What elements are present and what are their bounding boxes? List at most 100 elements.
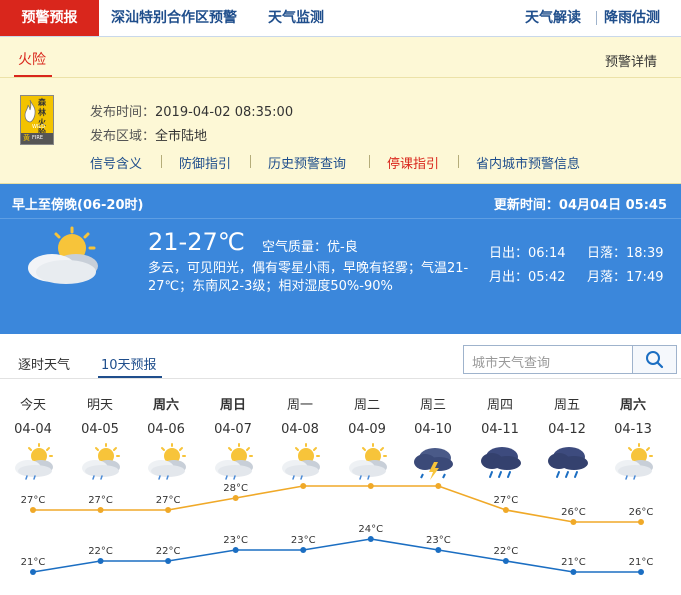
day-name: 今天 <box>19 398 46 413</box>
temp-label-low: 22°C <box>88 546 113 557</box>
link-province-warnings[interactable]: 省内城市预警信息 <box>476 153 580 172</box>
warning-tabs: 火险 预警详情 <box>0 37 681 78</box>
nav-shenshan-warning[interactable]: 深汕特别合作区预警 <box>111 0 237 36</box>
point-low <box>97 558 104 564</box>
day-name: 周四 <box>486 398 513 413</box>
point-high <box>570 519 577 525</box>
day-date: 04-10 <box>414 422 452 437</box>
air-quality: 空气质量：优-良 <box>262 240 358 255</box>
nav-separator <box>596 11 597 25</box>
day-date: 04-08 <box>281 422 319 437</box>
search-input[interactable]: 城市天气查询 <box>472 352 550 371</box>
rain-cloud-icon <box>480 442 522 482</box>
day-date: 04-07 <box>214 422 252 437</box>
nav-weather-interpret[interactable]: 天气解读 <box>525 0 581 36</box>
forest-fire-yellow-icon[interactable]: 森林火险 黄 WILD FIRE <box>20 95 54 145</box>
link-class-suspension[interactable]: 停课指引 <box>387 153 439 172</box>
nav-warning-forecast[interactable]: 预警预报 <box>0 0 99 36</box>
temp-label-high: 26°C <box>561 507 586 518</box>
temp-label-low: 21°C <box>21 557 46 568</box>
day-name: 周五 <box>553 398 580 413</box>
point-high <box>367 483 374 489</box>
day-date: 04-09 <box>348 422 386 437</box>
city-search[interactable]: 城市天气查询 <box>463 345 677 374</box>
day-date: 04-13 <box>614 422 652 437</box>
day-date: 04-05 <box>81 422 119 437</box>
partly-cloudy-sun-rain-icon <box>13 442 55 482</box>
series-line-low <box>32 538 641 573</box>
temp-label-high: 29°C <box>426 480 451 482</box>
temp-label-high: 27°C <box>494 495 519 506</box>
search-button[interactable] <box>632 346 676 373</box>
point-high <box>435 483 442 489</box>
forecast-period: 早上至傍晚(06-20时) <box>12 198 144 213</box>
link-defense-guide[interactable]: 防御指引 <box>179 153 231 172</box>
sunrise: 日出：06:14 <box>489 246 566 261</box>
point-high <box>165 507 172 513</box>
search-icon <box>646 351 664 369</box>
day-name: 周二 <box>353 398 380 413</box>
flame-icon <box>24 99 36 123</box>
tab-10-day[interactable]: 10天预报 <box>101 354 157 373</box>
temp-label-low: 24°C <box>358 524 383 535</box>
temp-label-high: 27°C <box>21 495 46 506</box>
point-low <box>300 547 307 553</box>
series-line-high <box>33 485 641 523</box>
point-low <box>638 569 644 575</box>
temp-label-low: 22°C <box>494 546 519 557</box>
tab-hourly[interactable]: 逐时天气 <box>18 354 70 373</box>
moonset: 月落：17:49 <box>587 270 664 285</box>
sunset: 日落：18:39 <box>587 246 664 261</box>
forecast-temp: 21-27℃ <box>148 228 245 256</box>
temp-label-low: 21°C <box>561 557 586 568</box>
point-high <box>30 507 36 513</box>
point-low <box>232 547 239 553</box>
partly-cloudy-sun-rain-icon <box>213 442 255 482</box>
temp-label-high: 29°C <box>358 480 383 482</box>
partly-cloudy-sun-rain-icon <box>613 442 655 482</box>
tab-fire-risk[interactable]: 火险 <box>18 49 46 69</box>
day-date: 04-04 <box>14 422 52 437</box>
tab-underline <box>14 75 52 77</box>
day-date: 04-12 <box>548 422 586 437</box>
point-low <box>570 569 577 575</box>
warning-panel: 火险 预警详情 森林火险 黄 WILD FIRE 发布时间：2019-04-02… <box>0 37 681 184</box>
nav-rainfall-estimate[interactable]: 降雨估测 <box>604 0 660 36</box>
point-high <box>300 483 307 489</box>
partly-cloudy-sun-rain-icon <box>28 226 98 284</box>
day-name: 周一 <box>286 398 313 413</box>
publish-time: 发布时间：2019-04-02 08:35:00 <box>90 105 294 120</box>
nav-weather-monitor[interactable]: 天气监测 <box>268 0 324 36</box>
partly-cloudy-sun-rain-icon <box>280 442 322 482</box>
top-nav: 预警预报 深汕特别合作区预警 天气监测 天气解读 降雨估测 <box>0 0 681 37</box>
tab-underline <box>98 376 162 378</box>
day-date: 04-11 <box>481 422 519 437</box>
point-low <box>367 536 374 542</box>
temp-label-low: 22°C <box>156 546 181 557</box>
temp-label-high: 27°C <box>156 495 181 506</box>
point-low <box>30 569 36 575</box>
warning-detail-link[interactable]: 预警详情 <box>605 51 657 70</box>
point-high <box>97 507 104 513</box>
rain-cloud-icon <box>547 442 589 482</box>
moonrise: 月出：05:42 <box>489 270 566 285</box>
forecast-update-time: 更新时间：04月04日 05:45 <box>493 198 667 213</box>
temp-label-high: 27°C <box>88 495 113 506</box>
publish-area: 发布区域：全市陆地 <box>90 129 208 144</box>
link-history-query[interactable]: 历史预警查询 <box>268 153 346 172</box>
fire-icon-label: WILD FIRE <box>32 124 46 141</box>
day-name: 周三 <box>419 398 446 413</box>
link-signal-meaning[interactable]: 信号含义 <box>90 153 142 172</box>
fire-icon-level: 黄 <box>23 134 30 142</box>
point-high <box>502 507 509 513</box>
temp-label-low: 23°C <box>291 535 316 546</box>
forecast-description: 多云，可见阳光，偶有零星小雨，早晚有轻雾；气温21-27℃；东南风2-3级；相对… <box>148 261 469 294</box>
day-name: 周六 <box>152 398 179 413</box>
temp-label-low: 21°C <box>629 557 654 568</box>
point-low <box>165 558 172 564</box>
day-name: 明天 <box>86 398 113 413</box>
temp-label-high: 28°C <box>223 483 248 494</box>
day-name: 周六 <box>619 398 646 413</box>
point-low <box>435 547 442 553</box>
point-low <box>502 558 509 564</box>
